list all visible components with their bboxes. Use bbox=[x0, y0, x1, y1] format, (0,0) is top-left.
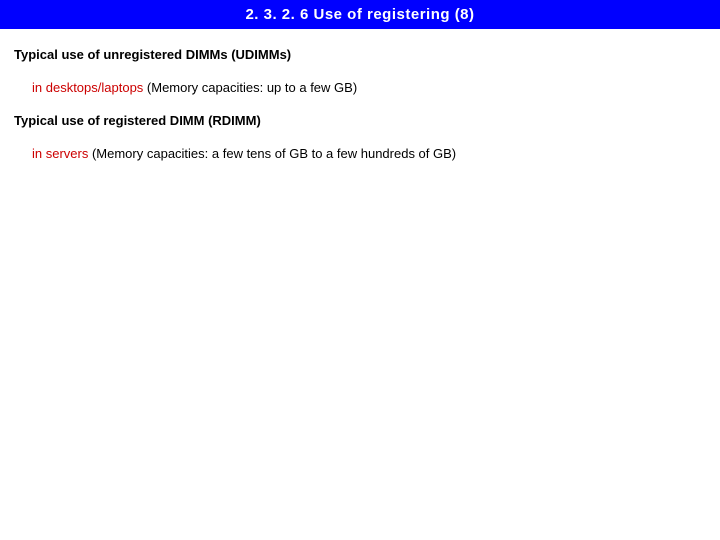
section-2-red: in servers bbox=[32, 146, 92, 161]
section-2-black: (Memory capacities: a few tens of GB to … bbox=[92, 146, 456, 161]
section-1-black: (Memory capacities: up to a few GB) bbox=[143, 80, 357, 95]
slide-content: Typical use of unregistered DIMMs (UDIMM… bbox=[0, 29, 720, 197]
section-1-heading: Typical use of unregistered DIMMs (UDIMM… bbox=[14, 47, 706, 62]
section-1-line: in desktops/laptops (Memory capacities: … bbox=[14, 80, 706, 95]
section-1-red: in desktops/laptops bbox=[32, 80, 143, 95]
section-2-line: in servers (Memory capacities: a few ten… bbox=[14, 146, 706, 161]
title-bar: 2. 3. 2. 6 Use of registering (8) bbox=[0, 0, 720, 29]
section-2-heading: Typical use of registered DIMM (RDIMM) bbox=[14, 113, 706, 128]
slide-title: 2. 3. 2. 6 Use of registering (8) bbox=[245, 6, 474, 23]
